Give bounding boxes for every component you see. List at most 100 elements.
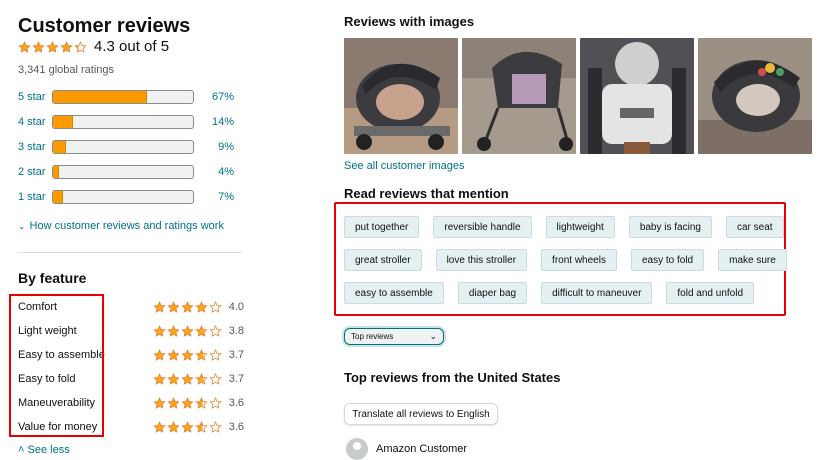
top-reviews-title: Top reviews from the United States bbox=[344, 370, 561, 385]
how-reviews-work-link[interactable]: ⌄ How customer reviews and ratings work bbox=[18, 220, 224, 232]
histogram-bar-fill bbox=[53, 116, 73, 128]
histogram-star-label: 1 star bbox=[18, 191, 46, 203]
mention-chip[interactable]: reversible handle bbox=[433, 216, 532, 238]
star-icon bbox=[167, 300, 180, 314]
histogram-row[interactable]: 5 star 67% bbox=[18, 89, 234, 105]
feature-rating-value: 3.7 bbox=[228, 349, 244, 361]
star-icon bbox=[153, 372, 166, 386]
mention-chip-row: great stroller love this stroller front wh… bbox=[344, 249, 787, 271]
global-ratings-count: 3,341 global ratings bbox=[18, 64, 115, 76]
review-image-3[interactable] bbox=[580, 38, 694, 154]
mention-chip[interactable]: love this stroller bbox=[435, 249, 528, 271]
star-icon bbox=[167, 372, 180, 386]
star-icon bbox=[209, 348, 222, 362]
histogram-star-label: 2 star bbox=[18, 166, 46, 178]
feature-rating-value: 3.6 bbox=[228, 397, 244, 409]
mention-chip[interactable]: difficult to maneuver bbox=[541, 282, 653, 304]
feature-rating-value: 3.6 bbox=[228, 421, 244, 433]
star-icon bbox=[181, 372, 194, 386]
mention-chip-row: easy to assemble diaper bag difficult to m… bbox=[344, 282, 755, 304]
histogram-row[interactable]: 2 star 4% bbox=[18, 164, 234, 180]
feature-rating-value: 3.7 bbox=[228, 373, 244, 385]
mention-chip[interactable]: put together bbox=[344, 216, 420, 238]
sort-reviews-select[interactable]: Top reviews ⌄ bbox=[344, 328, 444, 345]
star-icon bbox=[195, 420, 208, 434]
star-icon bbox=[195, 324, 208, 338]
star-icon bbox=[46, 40, 59, 54]
mention-chip[interactable]: fold and unfold bbox=[666, 282, 755, 304]
mention-chip[interactable]: lightweight bbox=[545, 216, 615, 238]
translate-reviews-button[interactable]: Translate all reviews to English bbox=[344, 403, 498, 425]
chevron-up-icon: ˄ bbox=[18, 444, 25, 456]
star-icon bbox=[18, 40, 31, 54]
star-icon bbox=[209, 396, 222, 410]
star-icon bbox=[181, 324, 194, 338]
by-feature-title: By feature bbox=[18, 270, 87, 286]
star-icon bbox=[195, 348, 208, 362]
histogram-percent: 14% bbox=[211, 116, 234, 128]
feature-stars bbox=[153, 300, 223, 314]
histogram-bar bbox=[52, 165, 194, 179]
overall-stars bbox=[18, 40, 88, 54]
review-image-1-art bbox=[344, 38, 458, 154]
star-icon bbox=[181, 348, 194, 362]
mention-chip[interactable]: easy to fold bbox=[630, 249, 705, 271]
review-image-4-art bbox=[698, 38, 812, 154]
histogram-bar-fill bbox=[53, 91, 147, 103]
feature-stars bbox=[153, 396, 223, 410]
star-icon bbox=[181, 300, 194, 314]
star-icon bbox=[153, 324, 166, 338]
reviews-with-images-title: Reviews with images bbox=[344, 14, 475, 29]
star-icon bbox=[167, 348, 180, 362]
star-icon bbox=[167, 396, 180, 410]
histogram-row[interactable]: 3 star 9% bbox=[18, 139, 234, 155]
divider bbox=[18, 252, 242, 253]
see-all-customer-images-link[interactable]: See all customer images bbox=[344, 160, 464, 172]
star-icon bbox=[60, 40, 73, 54]
mention-chip[interactable]: make sure bbox=[718, 249, 787, 271]
reviewer-name: Amazon Customer bbox=[376, 443, 468, 455]
histogram-row[interactable]: 4 star 14% bbox=[18, 114, 234, 130]
histogram-bar bbox=[52, 115, 194, 129]
avatar bbox=[346, 438, 368, 460]
histogram-star-label: 5 star bbox=[18, 91, 46, 103]
feature-rating-value: 4.0 bbox=[228, 301, 244, 313]
feature-stars bbox=[153, 324, 223, 338]
review-image-4[interactable] bbox=[698, 38, 812, 154]
star-icon bbox=[209, 372, 222, 386]
overall-rating: 4.3 out of 5 bbox=[18, 38, 169, 56]
star-icon bbox=[74, 40, 87, 54]
feature-names-highlight-box bbox=[9, 294, 104, 437]
chevron-down-icon: ⌄ bbox=[429, 331, 437, 341]
mention-chip[interactable]: great stroller bbox=[344, 249, 422, 271]
customer-reviews-title: Customer reviews bbox=[18, 15, 191, 37]
histogram-bar-fill bbox=[53, 166, 59, 178]
mention-chip[interactable]: diaper bag bbox=[457, 282, 528, 304]
feature-stars bbox=[153, 372, 223, 386]
histogram-bar-fill bbox=[53, 141, 66, 153]
star-icon bbox=[181, 396, 194, 410]
histogram-bar bbox=[52, 90, 194, 104]
star-icon bbox=[153, 396, 166, 410]
histogram-row[interactable]: 1 star 7% bbox=[18, 189, 234, 205]
star-icon bbox=[209, 324, 222, 338]
review-image-1[interactable] bbox=[344, 38, 458, 154]
star-icon bbox=[195, 372, 208, 386]
mention-chip[interactable]: front wheels bbox=[541, 249, 617, 271]
read-reviews-mention-title: Read reviews that mention bbox=[344, 186, 509, 201]
star-icon bbox=[195, 396, 208, 410]
review-image-2[interactable] bbox=[462, 38, 576, 154]
star-icon bbox=[195, 300, 208, 314]
feature-stars bbox=[153, 348, 223, 362]
review-image-2-art bbox=[462, 38, 576, 154]
see-less-link[interactable]: ˄ See less bbox=[18, 444, 70, 456]
histogram-percent: 7% bbox=[218, 191, 234, 203]
star-icon bbox=[167, 324, 180, 338]
mention-chip[interactable]: easy to assemble bbox=[344, 282, 444, 304]
star-icon bbox=[209, 300, 222, 314]
histogram-percent: 67% bbox=[211, 91, 234, 103]
mention-chip[interactable]: baby is facing bbox=[628, 216, 712, 238]
how-reviews-work-label: How customer reviews and ratings work bbox=[29, 220, 224, 232]
feature-stars bbox=[153, 420, 223, 434]
mention-chip[interactable]: car seat bbox=[725, 216, 784, 238]
